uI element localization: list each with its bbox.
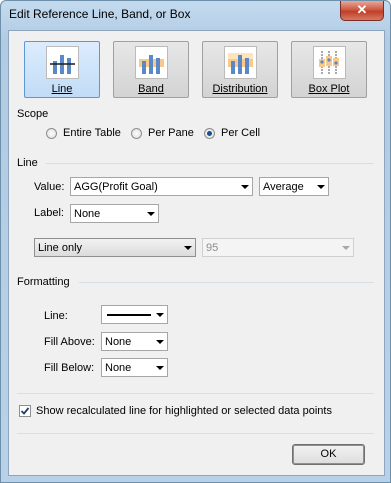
recalculated-line-label[interactable]: Show recalculated line for highlighted o…	[36, 405, 332, 417]
line-type-label: Line	[51, 83, 73, 95]
checkmark-icon	[20, 407, 30, 415]
close-button[interactable]: ✕	[340, 1, 384, 21]
bottom-divider	[17, 393, 374, 394]
title-bar[interactable]: Edit Reference Line, Band, or Box ✕	[1, 1, 390, 29]
scope-per-cell-label: Per Cell	[221, 127, 261, 139]
chevron-down-icon	[342, 246, 350, 250]
radio-circle	[46, 128, 57, 139]
fill-below-selected: None	[105, 362, 132, 374]
chevron-down-icon	[156, 313, 164, 317]
formatting-heading: Formatting	[17, 276, 70, 288]
fill-above-selected: None	[105, 336, 132, 348]
ok-button-label: OK	[320, 448, 337, 460]
aggregation-selected: Average	[263, 181, 304, 193]
confidence-selected: 95	[206, 242, 219, 254]
fill-below-label: Fill Below:	[44, 362, 95, 374]
chevron-down-icon	[241, 185, 249, 189]
dialog-body: Line Band Distribution Box Plot Scope En…	[8, 30, 385, 476]
line-style-dropdown[interactable]: Line only	[34, 238, 196, 257]
chevron-down-icon	[156, 366, 164, 370]
scope-heading: Scope	[17, 108, 49, 120]
recalculated-line-checkbox[interactable]	[19, 405, 31, 417]
fill-above-label: Fill Above:	[44, 336, 95, 348]
distribution-type-label: Distribution	[212, 83, 268, 95]
radio-circle	[131, 128, 142, 139]
chevron-down-icon	[184, 246, 192, 250]
fill-above-dropdown[interactable]: None	[101, 332, 168, 351]
box-plot-type-button[interactable]: Box Plot	[291, 41, 367, 98]
box-plot-type-label: Box Plot	[308, 83, 350, 95]
aggregation-dropdown[interactable]: Average	[259, 177, 329, 196]
window-title: Edit Reference Line, Band, or Box	[9, 7, 191, 21]
line-style-selected: Line only	[38, 242, 83, 254]
line-section-divider	[46, 163, 374, 164]
line-type-button[interactable]: Line	[24, 41, 100, 98]
chevron-down-icon	[156, 340, 164, 344]
line-format-label: Line:	[44, 310, 68, 322]
distribution-chart-icon	[224, 46, 257, 79]
line-sample	[107, 314, 151, 316]
fill-below-dropdown[interactable]: None	[101, 358, 168, 377]
confidence-dropdown: 95	[202, 238, 354, 257]
chevron-down-icon	[317, 185, 325, 189]
close-icon: ✕	[356, 2, 368, 17]
formatting-section-divider	[79, 282, 374, 283]
value-selected: AGG(Profit Goal)	[74, 181, 158, 193]
footer-divider	[17, 433, 374, 434]
scope-per-pane-label: Per Pane	[148, 127, 194, 139]
label-selected: None	[74, 208, 101, 220]
radio-circle-selected	[204, 128, 215, 139]
line-chart-icon	[46, 46, 79, 79]
line-format-dropdown[interactable]	[101, 305, 168, 324]
value-dropdown[interactable]: AGG(Profit Goal)	[70, 177, 253, 196]
box-plot-icon	[313, 46, 346, 79]
label-label: Label:	[34, 207, 64, 219]
distribution-type-button[interactable]: Distribution	[202, 41, 278, 98]
label-dropdown[interactable]: None	[70, 204, 159, 223]
scope-entire-table-label: Entire Table	[63, 127, 121, 139]
band-chart-icon	[135, 46, 168, 79]
chevron-down-icon	[147, 212, 155, 216]
dialog-window: Edit Reference Line, Band, or Box ✕ Line	[0, 0, 391, 483]
band-type-button[interactable]: Band	[113, 41, 189, 98]
value-label: Value:	[34, 181, 65, 193]
band-type-label: Band	[138, 83, 164, 95]
line-heading: Line	[17, 157, 38, 169]
ok-button[interactable]: OK	[292, 444, 365, 465]
